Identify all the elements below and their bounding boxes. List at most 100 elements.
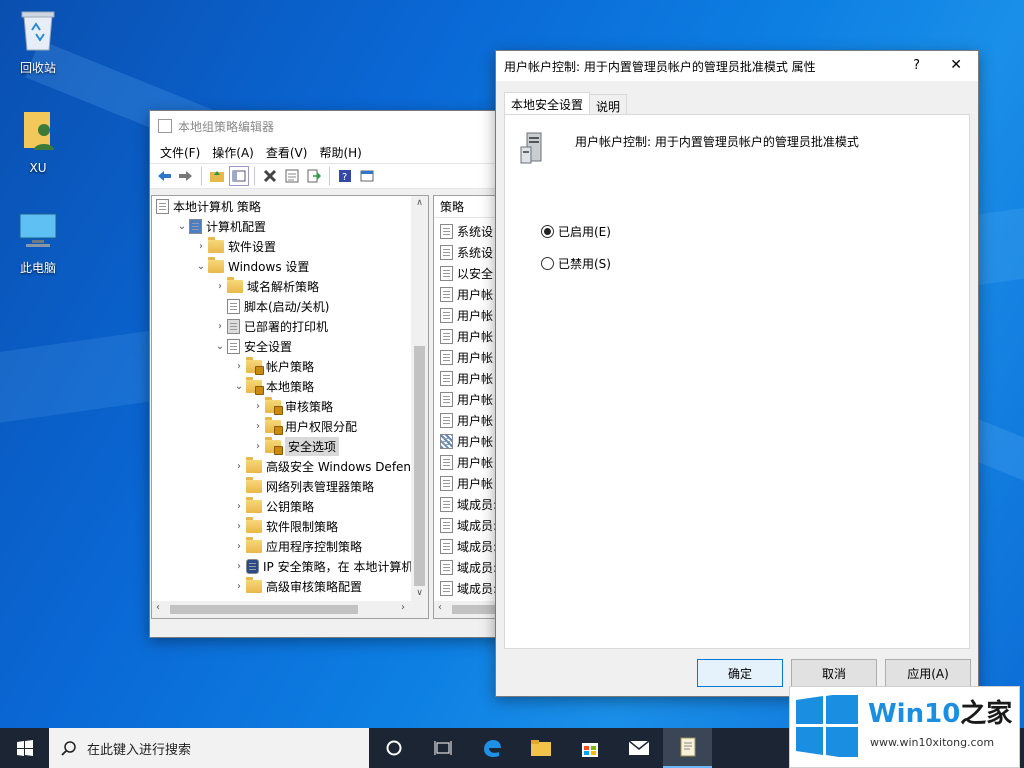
tree-node[interactable]: › 高级安全 Windows Defende: [152, 456, 428, 476]
tree-hscrollbar[interactable]: ‹ ›: [152, 601, 411, 618]
chevron-right-icon[interactable]: ›: [232, 501, 246, 512]
cortana-icon[interactable]: [369, 728, 418, 768]
folder-icon: [246, 476, 262, 493]
chevron-right-icon[interactable]: ›: [213, 281, 227, 292]
export-icon[interactable]: [304, 166, 324, 186]
policy-item-icon: [440, 329, 453, 344]
properties-dialog[interactable]: 用户帐户控制: 用于内置管理员帐户的管理员批准模式 属性 ? ✕ 本地安全设置 …: [495, 50, 979, 697]
chevron-right-icon[interactable]: ›: [194, 241, 208, 252]
close-button[interactable]: ✕: [950, 57, 962, 73]
help-icon[interactable]: ?: [335, 166, 355, 186]
menu-action[interactable]: 操作(A): [206, 144, 260, 161]
chevron-down-icon[interactable]: ⌄: [175, 221, 189, 232]
scroll-left-icon[interactable]: ‹: [156, 602, 160, 613]
tree-node[interactable]: › 用户权限分配: [152, 416, 428, 436]
tree-node[interactable]: ⌄ Windows 设置: [152, 256, 428, 276]
delete-icon[interactable]: [260, 166, 280, 186]
menu-view[interactable]: 查看(V): [260, 144, 314, 161]
gpedit-titlebar[interactable]: 本地组策略编辑器: [150, 111, 518, 141]
user-folder-icon[interactable]: XU: [8, 108, 68, 175]
tree-node[interactable]: ⌄ 安全设置: [152, 336, 428, 356]
tree-node-label: 公钥策略: [266, 499, 315, 514]
chevron-right-icon[interactable]: ›: [232, 581, 246, 592]
tree-vscrollbar[interactable]: ∧ ∨: [411, 196, 428, 618]
chevron-right-icon[interactable]: ›: [251, 441, 265, 452]
back-icon[interactable]: [154, 166, 174, 186]
tree-node[interactable]: 脚本(启动/关机): [152, 296, 428, 316]
ok-button[interactable]: 确定: [697, 659, 783, 687]
tree-node[interactable]: › 软件限制策略: [152, 516, 428, 536]
tree-node[interactable]: › 帐户策略: [152, 356, 428, 376]
tree-node[interactable]: 网络列表管理器策略: [152, 476, 428, 496]
cancel-button[interactable]: 取消: [791, 659, 877, 687]
gpedit-taskbar-icon[interactable]: [663, 728, 712, 768]
policy-label: 用户帐: [457, 288, 494, 302]
chevron-right-icon[interactable]: ›: [232, 361, 246, 372]
chevron-right-icon[interactable]: ›: [213, 321, 227, 332]
tree-node-label: 软件设置: [228, 239, 277, 254]
tree-node[interactable]: › IP 安全策略，在 本地计算机: [152, 556, 428, 576]
store-icon[interactable]: [565, 728, 614, 768]
search-placeholder: 在此键入进行搜索: [87, 742, 192, 758]
scroll-up-icon[interactable]: ∧: [411, 198, 428, 208]
start-button[interactable]: [0, 728, 49, 768]
policy-item-icon: [440, 308, 453, 323]
dialog-titlebar[interactable]: 用户帐户控制: 用于内置管理员帐户的管理员批准模式 属性 ? ✕: [496, 51, 978, 81]
chevron-right-icon[interactable]: ›: [232, 561, 246, 572]
chevron-down-icon[interactable]: ⌄: [213, 341, 227, 352]
radio-enabled[interactable]: 已启用(E): [541, 223, 611, 240]
radio-disabled-indicator[interactable]: [541, 257, 554, 270]
watermark-brand-b: 之家: [960, 699, 1013, 729]
tree-node[interactable]: › 应用程序控制策略: [152, 536, 428, 556]
apply-button[interactable]: 应用(A): [885, 659, 971, 687]
forward-icon[interactable]: [176, 166, 196, 186]
edge-icon[interactable]: [467, 728, 516, 768]
taskbar-search-box[interactable]: 在此键入进行搜索: [49, 728, 369, 768]
tree-node[interactable]: › 域名解析策略: [152, 276, 428, 296]
radio-disabled[interactable]: 已禁用(S): [541, 255, 611, 272]
tree-pane[interactable]: 本地计算机 策略 ⌄ 计算机配置 › 软件设置 ⌄ Windows 设置 › 域名解析策略 脚本(…: [151, 195, 429, 619]
show-hide-tree-icon[interactable]: [229, 166, 249, 186]
chevron-down-icon[interactable]: ⌄: [194, 261, 208, 272]
chevron-right-icon[interactable]: ›: [232, 461, 246, 472]
tree-hscroll-thumb[interactable]: [170, 605, 358, 614]
scroll-left-icon[interactable]: ‹: [438, 602, 442, 613]
group-policy-editor-window[interactable]: 本地组策略编辑器 文件(F) 操作(A) 查看(V) 帮助(H) ? 本地计算机…: [149, 110, 519, 638]
gpedit-menubar: 文件(F) 操作(A) 查看(V) 帮助(H): [150, 141, 518, 163]
gpedit-app-icon: [158, 119, 172, 133]
tree-node[interactable]: 本地计算机 策略: [152, 196, 428, 216]
scroll-down-icon[interactable]: ∨: [411, 588, 428, 598]
radio-enabled-indicator[interactable]: [541, 225, 554, 238]
tree-node[interactable]: ⌄ 计算机配置: [152, 216, 428, 236]
policy-label: 用户帐: [457, 456, 494, 470]
mail-icon[interactable]: [614, 728, 663, 768]
tree-node[interactable]: › 软件设置: [152, 236, 428, 256]
filter-view-icon[interactable]: [357, 166, 377, 186]
tree-node[interactable]: › 审核策略: [152, 396, 428, 416]
chevron-right-icon[interactable]: ›: [232, 541, 246, 552]
chevron-right-icon[interactable]: ›: [251, 421, 265, 432]
menu-file[interactable]: 文件(F): [154, 144, 206, 161]
help-button[interactable]: ?: [913, 58, 920, 73]
task-view-icon[interactable]: [418, 728, 467, 768]
scroll-right-icon[interactable]: ›: [401, 602, 405, 613]
policy-item-icon: [440, 539, 453, 554]
this-pc-icon[interactable]: 此电脑: [8, 208, 68, 276]
tree-node[interactable]: › 高级审核策略配置: [152, 576, 428, 596]
tab-explain[interactable]: 说明: [590, 94, 628, 115]
chevron-down-icon[interactable]: ⌄: [232, 381, 246, 392]
recycle-bin-icon[interactable]: 回收站: [8, 8, 68, 76]
up-folder-icon[interactable]: [207, 166, 227, 186]
tree-node[interactable]: › 安全选项: [152, 436, 428, 456]
chevron-right-icon[interactable]: ›: [232, 521, 246, 532]
menu-help[interactable]: 帮助(H): [313, 144, 367, 161]
tree-scroll-thumb[interactable]: [414, 346, 425, 586]
policy-label: 域成员:: [457, 582, 498, 596]
tree-node[interactable]: › 已部署的打印机: [152, 316, 428, 336]
tree-node[interactable]: › 公钥策略: [152, 496, 428, 516]
file-explorer-icon[interactable]: [516, 728, 565, 768]
tab-local-security-setting[interactable]: 本地安全设置: [504, 92, 591, 115]
tree-node[interactable]: ⌄ 本地策略: [152, 376, 428, 396]
properties-icon[interactable]: [282, 166, 302, 186]
chevron-right-icon[interactable]: ›: [251, 401, 265, 412]
